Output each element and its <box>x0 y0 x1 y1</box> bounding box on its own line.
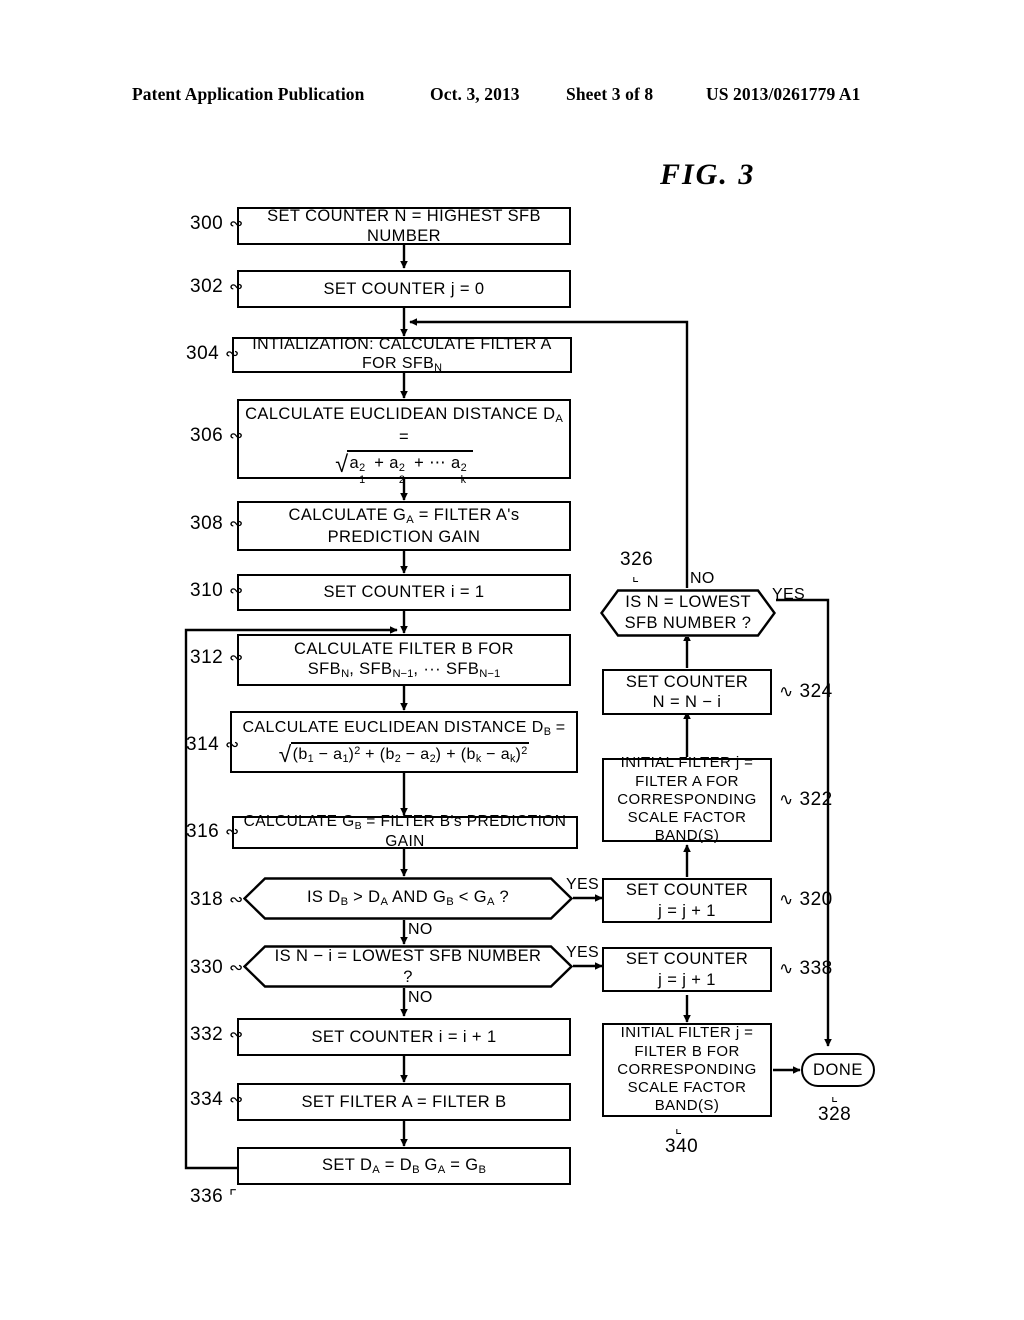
branch-label-318-no: NO <box>408 921 433 938</box>
node-320-increment-j-320[interactable]: SET COUNTER j = j + 1 <box>602 878 772 923</box>
node-334-label: SET FILTER A = FILTER B <box>301 1092 507 1111</box>
ref-336: 336 ⌜ <box>190 1186 238 1207</box>
node-338-line2: j = j + 1 <box>658 970 716 989</box>
node-328-done-terminal[interactable]: DONE <box>801 1053 875 1087</box>
ref-332: 332 ∾ <box>190 1024 244 1045</box>
node-336-label: SET DA = DB GA = GB <box>321 1155 487 1176</box>
flowchart-figure-3: SET COUNTER N = HIGHEST SFB NUMBER 300 ∾… <box>0 0 1024 1320</box>
node-308-line1: CALCULATE GA = FILTER A's <box>288 505 520 526</box>
node-332-increment-i[interactable]: SET COUNTER i = i + 1 <box>237 1018 571 1056</box>
node-302-label: SET COUNTER j = 0 <box>323 279 485 298</box>
ref-326-leader: ⌞ <box>632 568 640 585</box>
node-340-line3: CORRESPONDING <box>617 1060 757 1078</box>
ref-328-leader: ⌞ <box>831 1088 839 1105</box>
node-310-set-counter-i[interactable]: SET COUNTER i = 1 <box>237 574 571 611</box>
node-330-decision-lowest-sfb[interactable]: IS N − i = LOWEST SFB NUMBER ? <box>243 945 573 988</box>
node-336-set-da-ga[interactable]: SET DA = DB GA = GB <box>237 1147 571 1185</box>
node-338-line1: SET COUNTER <box>625 950 749 969</box>
ref-314: 314 ∾ <box>186 734 240 755</box>
node-338-increment-j-338[interactable]: SET COUNTER j = j + 1 <box>602 947 772 992</box>
ref-340-leader: ⌞ <box>675 1120 683 1137</box>
node-308-line2: PREDICTION GAIN <box>327 528 481 547</box>
node-312-line2: SFBN, SFBN−1, ··· SFBN−1 <box>307 659 501 680</box>
ref-302: 302 ∾ <box>190 276 244 297</box>
node-326-decision-n-lowest-sfb[interactable]: IS N = LOWEST SFB NUMBER ? <box>600 589 776 637</box>
node-300-set-counter-n[interactable]: SET COUNTER N = HIGHEST SFB NUMBER <box>237 207 571 245</box>
node-314-line1: CALCULATE EUCLIDEAN DISTANCE DB = <box>242 718 566 738</box>
node-318-label: IS DB > DA AND GB < GA ? <box>306 888 510 909</box>
node-312-calculate-filter-b[interactable]: CALCULATE FILTER B FOR SFBN, SFBN−1, ···… <box>237 634 571 686</box>
node-326-line1: IS N = LOWEST <box>625 593 751 612</box>
node-306-euclidean-distance-a[interactable]: CALCULATE EUCLIDEAN DISTANCE DA = √a 2 1 +… <box>237 399 571 486</box>
node-318-decision-db-gt-da[interactable]: IS DB > DA AND GB < GA ? <box>243 877 573 920</box>
node-330-label: IS N − i = LOWEST SFB NUMBER ? <box>274 946 542 986</box>
node-326-line2: SFB NUMBER ? <box>624 614 752 632</box>
node-304-initialization[interactable]: INTIALIZATION: CALCULATE FILTER A FOR SF… <box>232 335 572 375</box>
node-302-set-counter-j[interactable]: SET COUNTER j = 0 <box>237 270 571 308</box>
node-340-line1: INITIAL FILTER j = <box>620 1024 754 1042</box>
branch-label-326-no: NO <box>690 570 715 587</box>
node-316-label: CALCULATE GB = FILTER B's PREDICTION GAI… <box>243 813 567 850</box>
ref-330: 330 ∾ <box>190 957 244 978</box>
node-310-label: SET COUNTER i = 1 <box>323 583 485 602</box>
ref-322: ∿ 322 <box>779 789 833 810</box>
node-312-line1: CALCULATE FILTER B FOR <box>294 639 514 658</box>
node-308-prediction-gain-a[interactable]: CALCULATE GA = FILTER A's PREDICTION GAI… <box>237 501 571 551</box>
ref-308: 308 ∾ <box>190 513 244 534</box>
ref-306: 306 ∾ <box>190 425 244 446</box>
ref-334: 334 ∾ <box>190 1089 244 1110</box>
branch-label-330-no: NO <box>408 989 433 1006</box>
node-314-formula: √(b1 − a1)2 + (b2 − a2) + (bk − ak)2 <box>278 741 530 768</box>
node-324-line2: N = N − i <box>652 693 722 711</box>
node-322-line4: SCALE FACTOR BAND(S) <box>627 809 747 845</box>
node-324-set-counter-n-minus-i[interactable]: SET COUNTER N = N − i <box>602 669 772 715</box>
node-340-initial-filter-b[interactable]: INITIAL FILTER j = FILTER B FOR CORRESPO… <box>602 1023 772 1117</box>
node-322-initial-filter-a[interactable]: INITIAL FILTER j = FILTER A FOR CORRESPO… <box>602 754 772 844</box>
ref-300: 300 ∾ <box>190 213 244 234</box>
node-334-set-filter-a[interactable]: SET FILTER A = FILTER B <box>237 1083 571 1121</box>
node-322-line1: INITIAL FILTER j = <box>620 754 754 772</box>
node-322-line3: CORRESPONDING <box>617 790 757 808</box>
ref-304: 304 ∾ <box>186 343 240 364</box>
ref-318: 318 ∾ <box>190 889 244 910</box>
node-332-label: SET COUNTER i = i + 1 <box>311 1027 497 1046</box>
node-300-label: SET COUNTER N = HIGHEST SFB NUMBER <box>267 206 541 245</box>
node-340-line4: SCALE FACTOR BAND(S) <box>627 1079 747 1115</box>
node-306-formula: √a 2 1 + a22 + ⋯ a2k <box>244 450 564 486</box>
branch-label-326-yes: YES <box>772 586 805 603</box>
node-324-line1: SET COUNTER <box>625 672 749 691</box>
node-320-line2: j = j + 1 <box>658 901 716 920</box>
ref-328: 328 <box>818 1104 852 1125</box>
ref-338: ∿ 338 <box>779 958 833 979</box>
ref-340: 340 <box>665 1136 699 1157</box>
node-314-euclidean-distance-b[interactable]: CALCULATE EUCLIDEAN DISTANCE DB = √(b1 −… <box>230 711 578 773</box>
node-316-prediction-gain-b[interactable]: CALCULATE GB = FILTER B's PREDICTION GAI… <box>232 813 578 850</box>
ref-312: 312 ∾ <box>190 647 244 668</box>
ref-320: ∿ 320 <box>779 889 833 910</box>
node-340-line2: FILTER B FOR <box>634 1042 740 1060</box>
ref-316: 316 ∾ <box>186 821 240 842</box>
node-320-line1: SET COUNTER <box>625 881 749 900</box>
ref-310: 310 ∾ <box>190 580 244 601</box>
ref-324: ∿ 324 <box>779 681 833 702</box>
node-328-label: DONE <box>812 1060 864 1079</box>
node-322-line2: FILTER A FOR <box>635 772 739 790</box>
node-306-line1: CALCULATE EUCLIDEAN DISTANCE DA = <box>245 405 563 447</box>
node-304-label: INTIALIZATION: CALCULATE FILTER A FOR SF… <box>252 335 552 375</box>
